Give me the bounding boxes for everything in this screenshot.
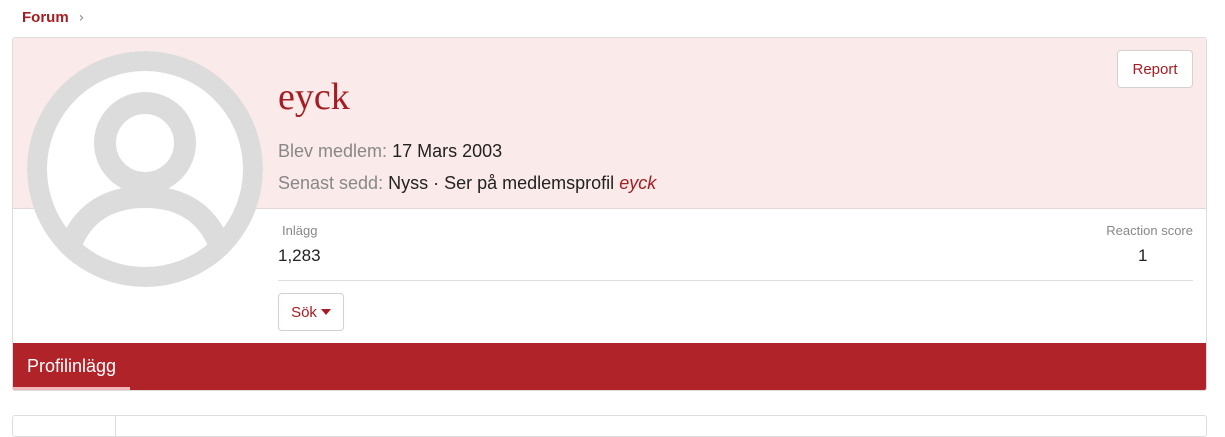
profile-posts-panel [12, 415, 1207, 437]
joined-line: Blev medlem: 17 Mars 2003 [278, 141, 502, 162]
breadcrumb: Forum › [22, 9, 84, 26]
avatar[interactable] [27, 51, 263, 287]
posts-value[interactable]: 1,283 [278, 246, 321, 266]
panel-divider [115, 416, 116, 436]
search-button-label: Sök [291, 303, 317, 321]
joined-label: Blev medlem: [278, 141, 388, 161]
tab-profile-posts-label: Profilinlägg [26, 356, 117, 376]
profile-card: eyck Blev medlem: 17 Mars 2003 Senast se… [12, 37, 1207, 391]
breadcrumb-forum-link[interactable]: Forum [22, 9, 69, 26]
stats-divider [278, 280, 1193, 281]
chevron-right-icon: › [78, 9, 85, 26]
tab-profile-posts[interactable]: Profilinlägg [13, 343, 130, 390]
last-seen-value: Nyss · Ser på medlemsprofil [388, 173, 615, 193]
report-button[interactable]: Report [1117, 50, 1193, 88]
active-tab-indicator [13, 387, 130, 390]
default-user-icon [27, 51, 263, 287]
profile-tabbar: Profilinlägg [13, 343, 1206, 390]
last-seen-profile-link[interactable]: eyck [619, 173, 656, 193]
reaction-score-value: 1 [1138, 246, 1148, 265]
profile-username: eyck [278, 76, 350, 118]
last-seen-label: Senast sedd: [278, 173, 384, 193]
posts-label: Inlägg [282, 223, 318, 238]
reaction-score-label: Reaction score [1106, 223, 1193, 238]
joined-value: 17 Mars 2003 [392, 141, 503, 161]
caret-down-icon [320, 309, 331, 315]
search-dropdown-button[interactable]: Sök [278, 293, 344, 331]
last-seen-line: Senast sedd: Nyss · Ser på medlemsprofil… [278, 173, 656, 194]
